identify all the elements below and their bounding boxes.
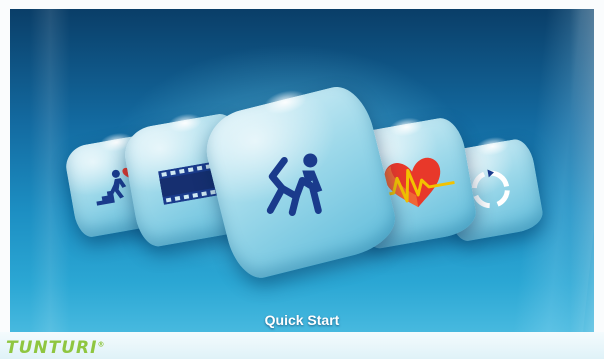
app-screen: Quick Start TUNTURI® (0, 0, 604, 359)
brand-name: TUNTURI (6, 338, 98, 358)
registered-mark: ® (97, 340, 106, 349)
top-border (0, 0, 604, 9)
right-border (594, 0, 604, 332)
brand-logo: TUNTURI® (6, 338, 105, 358)
light-streak (30, 9, 70, 332)
light-streak (570, 9, 594, 332)
quick-start-runner-icon (262, 150, 334, 216)
left-border (0, 0, 10, 332)
selected-program-label: Quick Start (264, 312, 340, 328)
